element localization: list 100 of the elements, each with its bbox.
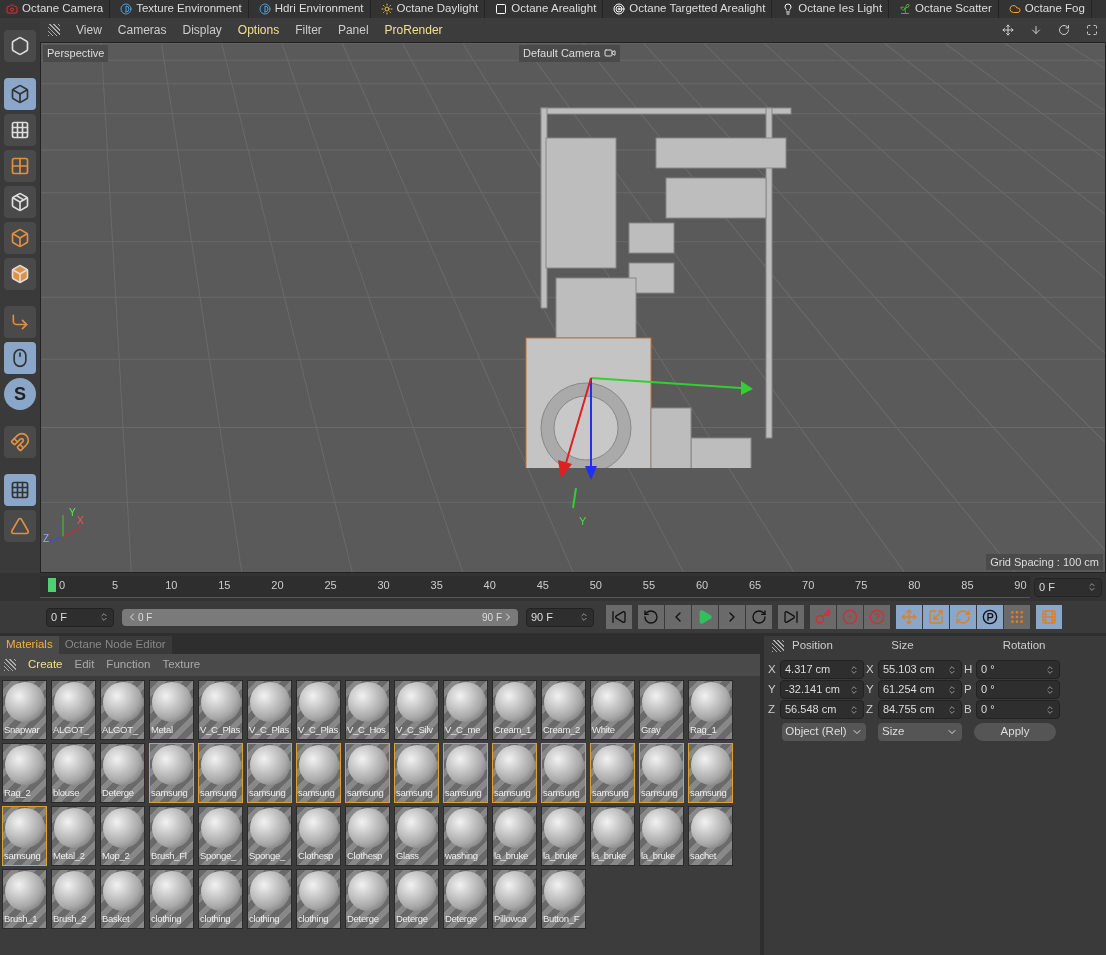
material-thumbnail[interactable]: la_bruke: [639, 806, 684, 866]
material-thumbnail[interactable]: Brush_1: [2, 869, 47, 929]
viewport[interactable]: Perspective Default Camera Y Y X Z Grid Spacing : 100 cm: [40, 42, 1106, 573]
size-field[interactable]: 61.254 cm: [878, 680, 962, 699]
globe-tool[interactable]: [4, 30, 36, 62]
size-field[interactable]: 84.755 cm: [878, 700, 962, 719]
material-thumbnail[interactable]: Pillowca: [492, 869, 537, 929]
stepper-icon[interactable]: [1045, 704, 1055, 715]
menu-item[interactable]: Edit: [74, 656, 95, 674]
material-thumbnail[interactable]: Sponge_: [198, 806, 243, 866]
material-thumbnail[interactable]: samsung: [492, 743, 537, 803]
edges-tool[interactable]: [4, 222, 36, 254]
apply-button[interactable]: Apply: [974, 723, 1056, 741]
material-thumbnail[interactable]: Metal: [149, 680, 194, 740]
frame-range-slider[interactable]: 0 F 90 F: [122, 608, 518, 626]
material-thumbnail[interactable]: la_bruke: [590, 806, 635, 866]
material-thumbnail[interactable]: Gray: [639, 680, 684, 740]
menu-item[interactable]: ProRender: [384, 21, 443, 39]
material-thumbnail[interactable]: samsung: [345, 743, 390, 803]
material-thumbnail[interactable]: clothing: [149, 869, 194, 929]
material-thumbnail[interactable]: Button_F: [541, 869, 586, 929]
stepper-icon[interactable]: [947, 704, 957, 715]
panel-tab[interactable]: Materials: [0, 636, 59, 654]
material-thumbnail[interactable]: Rag_2: [2, 743, 47, 803]
timeline-ruler[interactable]: 0 5 10 15 20 25 30 35 40 45 50 55 60 65 70 75 80 85 90: [40, 576, 1030, 598]
stepper-icon[interactable]: [99, 612, 109, 622]
material-thumbnail[interactable]: Brush_2: [51, 869, 96, 929]
material-thumbnail[interactable]: Rag_1: [688, 680, 733, 740]
menu-item[interactable]: Panel: [337, 21, 369, 39]
next-frame-button[interactable]: [719, 605, 745, 629]
material-thumbnail[interactable]: blouse: [51, 743, 96, 803]
start-frame-field[interactable]: 0 F: [46, 607, 114, 627]
material-thumbnail[interactable]: Deterge: [394, 869, 439, 929]
material-thumbnail[interactable]: Metal_2: [51, 806, 96, 866]
go-to-start-button[interactable]: [606, 605, 632, 629]
material-thumbnail[interactable]: clothing: [296, 869, 341, 929]
stepper-icon[interactable]: [579, 612, 589, 622]
material-thumbnail[interactable]: Deterge: [443, 869, 488, 929]
texture-mode-tool[interactable]: [4, 114, 36, 146]
menu-item[interactable]: Function: [106, 656, 151, 674]
stepper-icon[interactable]: [849, 704, 859, 715]
magnet-tool[interactable]: [4, 426, 36, 458]
current-frame-field[interactable]: 0 F: [1034, 577, 1102, 597]
material-thumbnail[interactable]: samsung: [247, 743, 292, 803]
material-thumbnail[interactable]: V_C_Plas: [198, 680, 243, 740]
go-to-end-button[interactable]: [778, 605, 804, 629]
grid-rotate-tool[interactable]: [4, 510, 36, 542]
rotation-field[interactable]: 0 °: [976, 700, 1060, 719]
material-thumbnail[interactable]: White: [590, 680, 635, 740]
previous-key-button[interactable]: [638, 605, 664, 629]
menu-item[interactable]: Filter: [295, 21, 322, 39]
mouse-tool[interactable]: [4, 342, 36, 374]
position-field[interactable]: 4.317 cm: [780, 660, 864, 679]
points-tool[interactable]: [4, 186, 36, 218]
stepper-icon[interactable]: [947, 684, 957, 695]
menu-item[interactable]: Texture: [162, 656, 201, 674]
panel-grip-icon[interactable]: [48, 24, 60, 36]
material-thumbnail[interactable]: ALGOT_: [51, 680, 96, 740]
grid-lock-tool[interactable]: [4, 474, 36, 506]
material-thumbnail[interactable]: samsung: [149, 743, 194, 803]
material-thumbnail[interactable]: Snapwar: [2, 680, 47, 740]
rotation-field[interactable]: 0 °: [976, 680, 1060, 699]
material-thumbnail[interactable]: V_C_me: [443, 680, 488, 740]
material-thumbnail[interactable]: clothing: [247, 869, 292, 929]
panel-grip-icon[interactable]: [772, 640, 784, 652]
material-thumbnail[interactable]: Deterge: [345, 869, 390, 929]
play-button[interactable]: [692, 605, 718, 629]
material-thumbnail[interactable]: V_C_Plas: [247, 680, 292, 740]
material-thumbnail[interactable]: samsung: [394, 743, 439, 803]
material-thumbnail[interactable]: la_bruke: [541, 806, 586, 866]
material-thumbnail[interactable]: Deterge: [100, 743, 145, 803]
material-thumbnail[interactable]: washing: [443, 806, 488, 866]
material-thumbnail[interactable]: samsung: [443, 743, 488, 803]
polygons-tool[interactable]: [4, 258, 36, 290]
menu-item[interactable]: Cameras: [117, 21, 167, 39]
stepper-icon[interactable]: [849, 664, 859, 675]
material-thumbnail[interactable]: V_C_Plas: [296, 680, 341, 740]
orbit-icon[interactable]: [1058, 24, 1070, 36]
panel-grip-icon[interactable]: [4, 659, 16, 671]
material-thumbnail[interactable]: Basket: [100, 869, 145, 929]
material-thumbnail[interactable]: samsung: [2, 806, 47, 866]
snap-button[interactable]: S: [4, 378, 36, 410]
coordinate-mode-dropdown[interactable]: Object (Rel): [782, 723, 866, 741]
material-thumbnail[interactable]: Glass: [394, 806, 439, 866]
material-thumbnail[interactable]: samsung: [541, 743, 586, 803]
material-thumbnail[interactable]: Brush_Fl: [149, 806, 194, 866]
menu-item[interactable]: Options: [237, 21, 280, 39]
end-frame-field[interactable]: 90 F: [526, 607, 594, 627]
material-thumbnail[interactable]: clothing: [198, 869, 243, 929]
material-thumbnail[interactable]: sachet: [688, 806, 733, 866]
material-thumbnail[interactable]: Clothesp: [296, 806, 341, 866]
size-mode-dropdown[interactable]: Size: [878, 723, 962, 741]
material-thumbnail[interactable]: V_C_Hos: [345, 680, 390, 740]
material-thumbnail[interactable]: Cream_2: [541, 680, 586, 740]
parameter-key-button[interactable]: [977, 605, 1003, 629]
menu-item[interactable]: Display: [182, 21, 222, 39]
panel-tab[interactable]: Octane Node Editor: [58, 636, 172, 654]
position-field[interactable]: 56.548 cm: [780, 700, 864, 719]
position-field[interactable]: -32.141 cm: [780, 680, 864, 699]
polygon-tool[interactable]: [4, 150, 36, 182]
